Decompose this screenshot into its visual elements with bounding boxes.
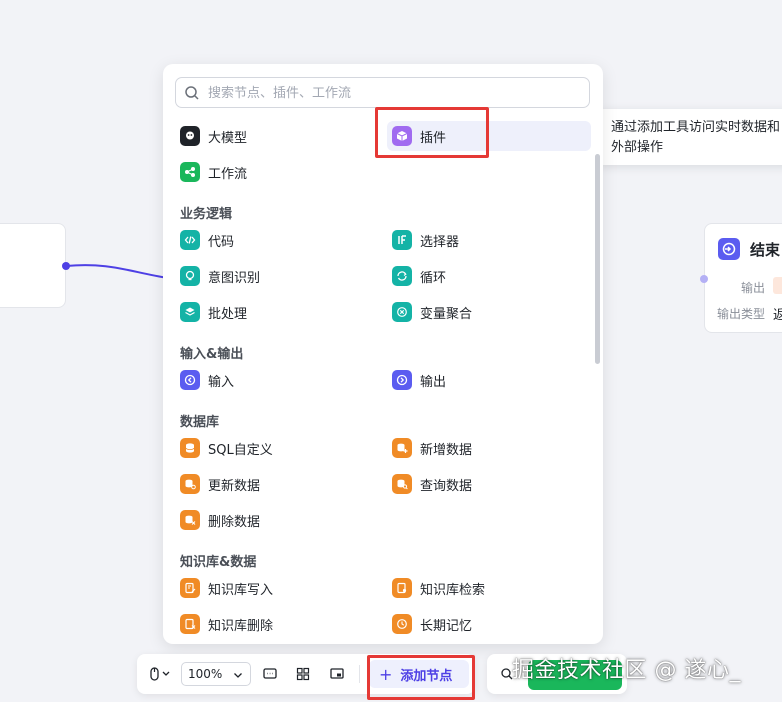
node-item-knowledge-delete[interactable]: 知识库删除 <box>175 609 381 639</box>
database-update-icon <box>180 474 200 494</box>
database-query-icon <box>392 474 412 494</box>
section-title-input-output: 输入&输出 <box>180 347 244 362</box>
node-item-input[interactable]: 输入 <box>175 365 381 395</box>
section-title-database: 数据库 <box>180 415 220 430</box>
comment-icon <box>263 668 277 679</box>
node-item-label: 新增数据 <box>420 442 473 458</box>
knowledge-delete-icon <box>180 614 200 634</box>
zoom-value: 100% <box>188 667 223 681</box>
node-item-label: 输入 <box>208 374 235 390</box>
node-item-code[interactable]: 代码 <box>175 225 381 255</box>
node-item-db-query[interactable]: 查询数据 <box>387 469 593 499</box>
node-item-label: 知识库写入 <box>208 582 274 598</box>
output-icon <box>392 370 412 390</box>
layout-button[interactable] <box>292 662 314 686</box>
node-item-label: 变量聚合 <box>420 306 473 322</box>
database-add-icon <box>392 438 412 458</box>
end-node-title: 结束 <box>750 241 781 259</box>
knowledge-search-icon <box>392 578 412 598</box>
node-item-label: 知识库删除 <box>208 618 274 634</box>
node-item-label: 选择器 <box>420 234 460 250</box>
upstream-output-port[interactable] <box>62 262 70 270</box>
end-node-input-port[interactable] <box>700 275 708 283</box>
end-node-output-type-value: 返 <box>773 308 782 323</box>
node-item-output[interactable]: 输出 <box>387 365 593 395</box>
minimap-icon <box>330 668 344 679</box>
database-icon <box>180 438 200 458</box>
node-item-label: SQL自定义 <box>208 442 273 458</box>
search-icon <box>184 85 200 105</box>
mouse-icon <box>150 667 170 681</box>
node-item-label: 更新数据 <box>208 478 261 494</box>
search-box[interactable] <box>175 77 590 108</box>
node-item-label: 知识库检索 <box>420 582 486 598</box>
node-item-variable-merge[interactable]: 变量聚合 <box>387 297 593 327</box>
node-item-knowledge-write[interactable]: 知识库写入 <box>175 573 381 603</box>
node-item-label: 工作流 <box>208 166 248 182</box>
minimap-button[interactable] <box>326 662 348 686</box>
node-item-label: 输出 <box>420 374 447 390</box>
database-delete-icon <box>180 510 200 530</box>
node-item-llm[interactable]: 大模型 <box>175 121 381 151</box>
node-item-label: 批处理 <box>208 306 248 322</box>
zoom-select[interactable]: 100% <box>181 662 251 686</box>
variable-merge-icon <box>392 302 412 322</box>
node-item-sql[interactable]: SQL自定义 <box>175 433 381 463</box>
node-item-db-update[interactable]: 更新数据 <box>175 469 381 499</box>
memory-icon <box>392 614 412 634</box>
chevron-down-icon <box>232 669 244 684</box>
node-item-label: 删除数据 <box>208 514 261 530</box>
loop-icon <box>392 266 412 286</box>
llm-icon <box>180 126 200 146</box>
node-item-db-delete[interactable]: 删除数据 <box>175 505 381 535</box>
node-item-knowledge-search[interactable]: 知识库检索 <box>387 573 593 603</box>
knowledge-write-icon <box>180 578 200 598</box>
end-node-output-type-label: 输出类型 <box>717 307 766 321</box>
node-item-label: 长期记忆 <box>420 618 473 634</box>
code-icon <box>180 230 200 250</box>
panel-scrollbar[interactable] <box>595 154 600 364</box>
end-node-icon <box>718 238 740 260</box>
pointer-mode-button[interactable] <box>145 662 175 686</box>
end-node-output-badge <box>773 277 782 294</box>
intent-bulb-icon <box>180 266 200 286</box>
comment-button[interactable] <box>259 662 281 686</box>
node-item-label: 代码 <box>208 234 235 250</box>
search-input[interactable] <box>208 83 578 103</box>
tooltip-line-2: 外部操作 <box>611 140 664 155</box>
annotation-highlight-add-node <box>367 655 475 700</box>
node-item-label: 大模型 <box>208 130 248 146</box>
node-item-db-add[interactable]: 新增数据 <box>387 433 593 463</box>
node-item-intent[interactable]: 意图识别 <box>175 261 381 291</box>
end-node-output-label: 输出 <box>741 281 766 295</box>
grid-layout-icon <box>296 667 310 681</box>
end-node[interactable]: 结束 输出 输出类型 返 <box>704 223 782 333</box>
node-item-long-term-memory[interactable]: 长期记忆 <box>387 609 593 639</box>
toolbar-divider <box>359 665 360 683</box>
node-item-selector[interactable]: 选择器 <box>387 225 593 255</box>
if-selector-icon <box>392 230 412 250</box>
node-item-workflow[interactable]: 工作流 <box>175 157 381 187</box>
node-item-label: 意图识别 <box>208 270 261 286</box>
section-title-business-logic: 业务逻辑 <box>180 207 233 222</box>
node-item-loop[interactable]: 循环 <box>387 261 593 291</box>
node-item-label: 循环 <box>420 270 447 286</box>
node-item-batch[interactable]: 批处理 <box>175 297 381 327</box>
input-icon <box>180 370 200 390</box>
node-item-label: 查询数据 <box>420 478 473 494</box>
batch-layers-icon <box>180 302 200 322</box>
section-title-knowledge: 知识库&数据 <box>180 555 257 570</box>
watermark: 掘金技术社区 @ 遂心_ <box>512 658 741 683</box>
annotation-highlight-plugin <box>375 107 489 158</box>
workflow-icon <box>180 162 200 182</box>
plugin-tooltip: 通过添加工具访问实时数据和 外部操作 <box>598 109 782 165</box>
tooltip-line-1: 通过添加工具访问实时数据和 <box>611 120 781 135</box>
